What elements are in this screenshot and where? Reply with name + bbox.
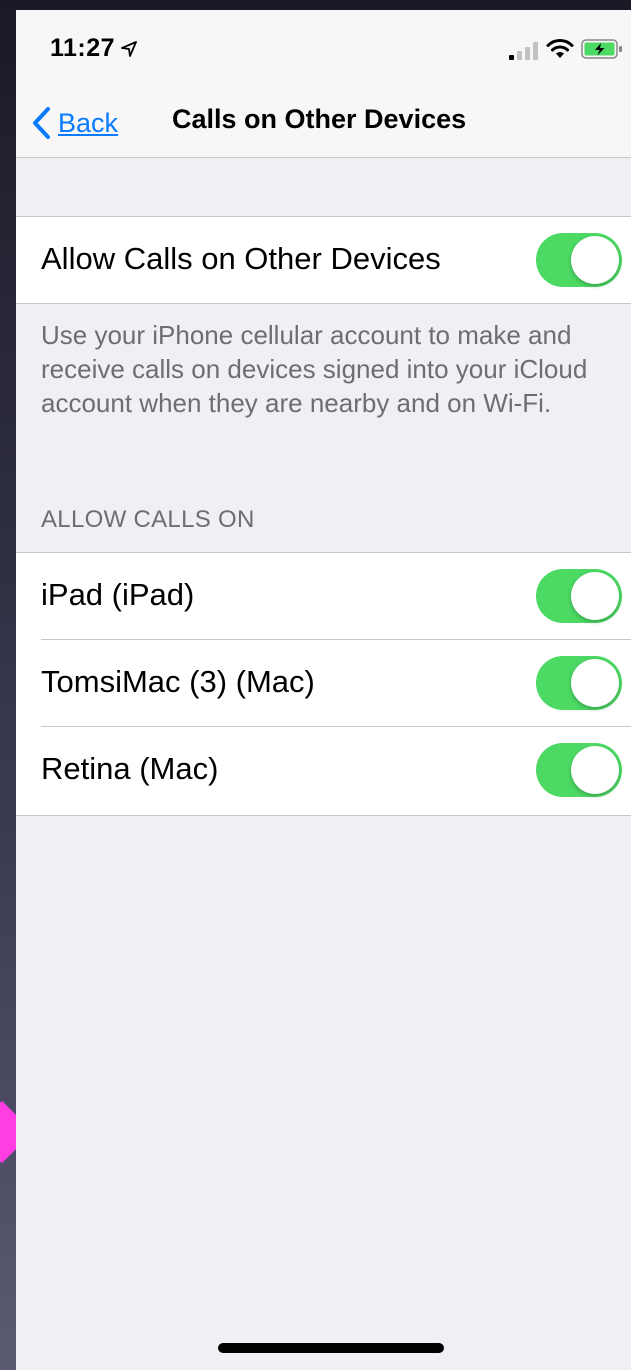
device-row-tomsimac: TomsiMac (3) (Mac): [16, 640, 631, 726]
allow-calls-description: Use your iPhone cellular account to make…: [41, 320, 588, 418]
status-time: 11:27: [50, 34, 116, 62]
allow-calls-row: Allow Calls on Other Devices: [16, 217, 631, 303]
device-row-retina: Retina (Mac): [16, 727, 631, 813]
toggle-knob: [571, 236, 619, 284]
toggle-knob: [571, 746, 619, 794]
device-label: Retina (Mac): [41, 751, 219, 786]
allow-calls-group: Allow Calls on Other Devices: [16, 216, 631, 304]
allow-calls-toggle[interactable]: [536, 233, 622, 287]
signal-icon: [509, 42, 538, 60]
battery-charging-icon: [581, 39, 622, 59]
navigation-bar: Back Calls on Other Devices: [16, 90, 631, 158]
device-row-ipad: iPad (iPad): [16, 553, 631, 639]
page-title: Calls on Other Devices: [172, 104, 467, 134]
chevron-left-icon: [33, 107, 50, 139]
toggle-knob: [571, 572, 619, 620]
wifi-icon: [546, 39, 574, 58]
device-toggle-tomsimac[interactable]: [536, 656, 622, 710]
device-toggle-retina[interactable]: [536, 743, 622, 797]
device-label: TomsiMac (3) (Mac): [41, 664, 315, 699]
device-label: iPad (iPad): [41, 577, 195, 612]
home-indicator[interactable]: [218, 1343, 444, 1353]
toggle-knob: [571, 659, 619, 707]
devices-group: iPad (iPad) TomsiMac (3) (Mac) Retina (M…: [16, 552, 631, 816]
location-arrow-icon: [121, 41, 137, 57]
phone-screen: 11:27 Back Calls on Other Devices Allow …: [16, 10, 631, 1370]
section-header-allow-calls-on: ALLOW CALLS ON: [41, 506, 255, 533]
status-bar: 11:27: [16, 10, 631, 90]
back-label: Back: [58, 107, 119, 138]
back-button[interactable]: Back: [30, 100, 118, 146]
allow-calls-label: Allow Calls on Other Devices: [41, 241, 441, 276]
device-toggle-ipad[interactable]: [536, 569, 622, 623]
